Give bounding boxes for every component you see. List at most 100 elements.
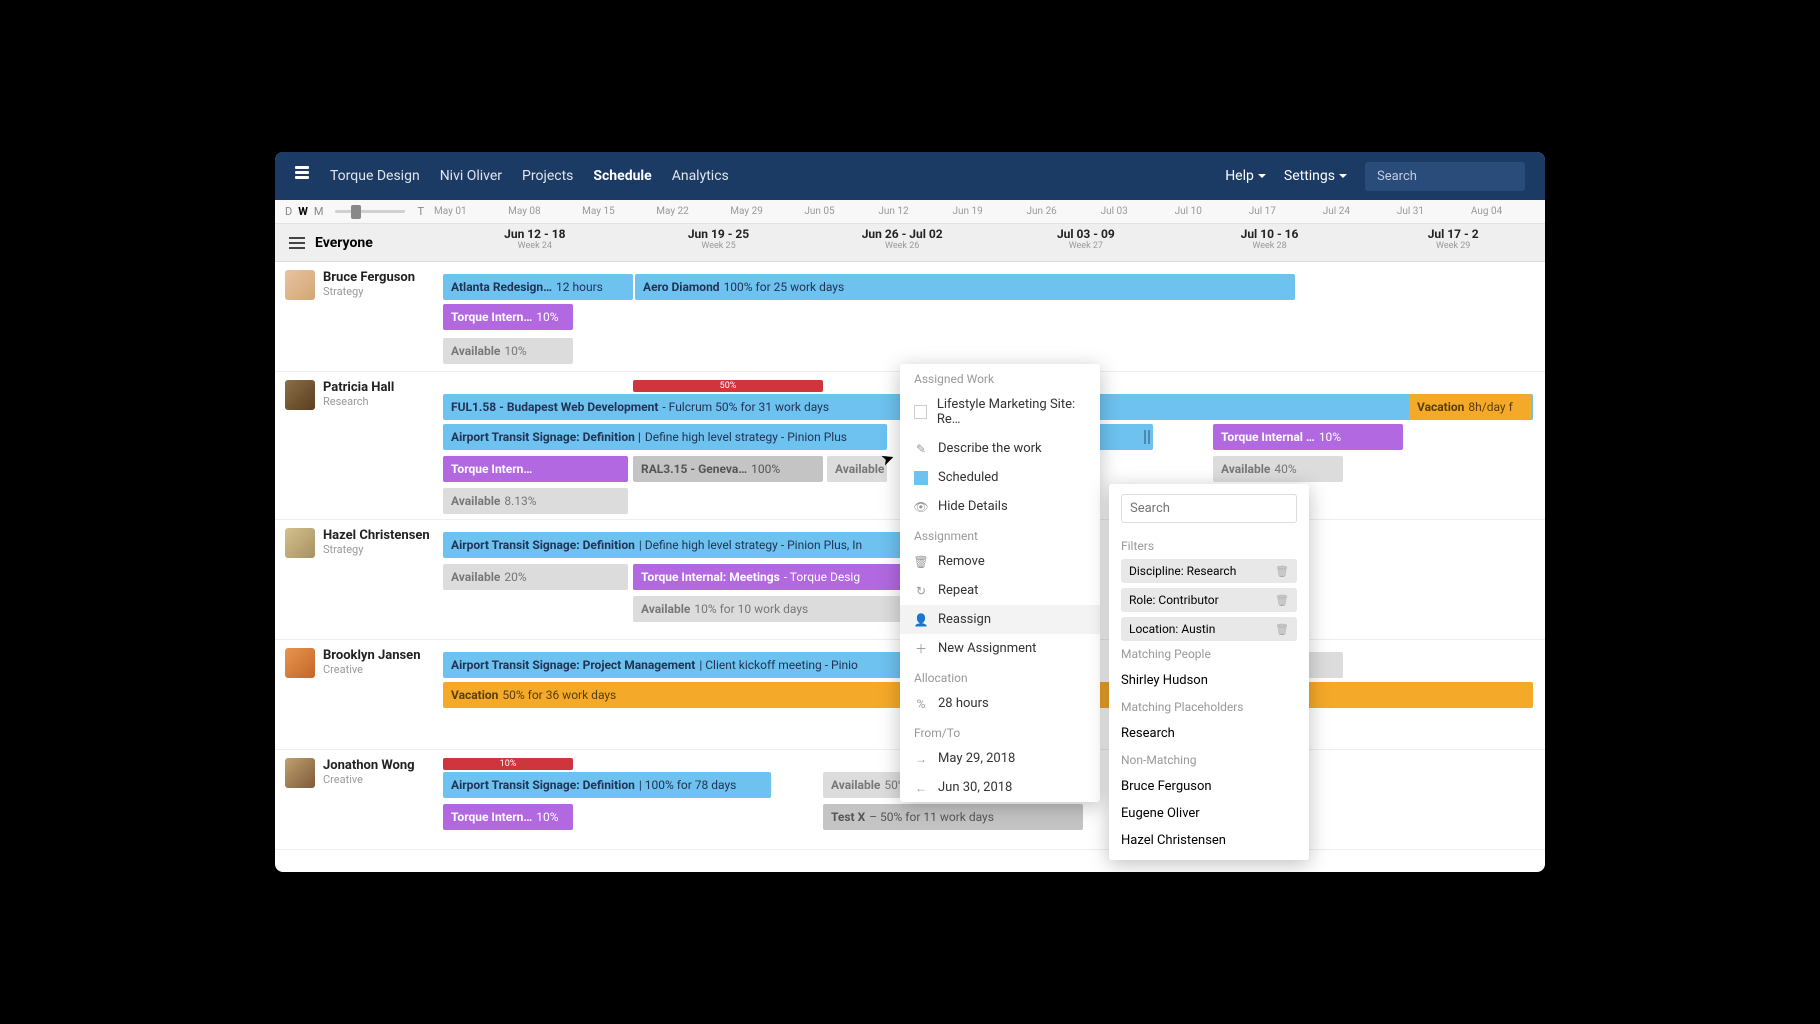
filter-chip[interactable]: Location: Austin🗑 <box>1121 617 1297 641</box>
sidebar-title: Everyone <box>315 235 373 251</box>
ctx-lifestyle[interactable]: Lifestyle Marketing Site: Re… <box>900 390 1100 434</box>
slider-thumb[interactable] <box>351 205 361 219</box>
task-title: Test X <box>831 810 865 824</box>
reassign-search-input[interactable] <box>1121 494 1297 523</box>
task-bar[interactable]: Airport Transit Signage: Definition| 100… <box>443 772 771 798</box>
available-bar[interactable]: Available10% <box>443 338 573 364</box>
matching-placeholder[interactable]: Research <box>1121 720 1297 747</box>
ctx-label: Lifestyle Marketing Site: Re… <box>937 397 1086 427</box>
task-bar[interactable]: RAL3.15 - Geneva…100% <box>633 456 823 482</box>
task-bar[interactable]: Torque Intern…10% <box>443 804 573 830</box>
task-sub: 10% for 10 work days <box>694 602 808 616</box>
task-bar[interactable]: Aero Diamond100% for 25 work days <box>635 274 1295 300</box>
ctx-hide[interactable]: 👁Hide Details <box>900 492 1100 521</box>
person-role: Strategy <box>323 543 430 556</box>
matching-placeholders-label: Matching Placeholders <box>1121 700 1297 714</box>
bar-label: 10% <box>500 759 517 769</box>
grip-icon[interactable] <box>1144 430 1150 444</box>
avatar[interactable] <box>285 528 315 558</box>
task-title: Airport Transit Signage: Definition <box>451 538 635 552</box>
task-bar[interactable]: Atlanta Redesign…12 hours <box>443 274 633 300</box>
logo-icon[interactable] <box>295 166 315 186</box>
scale-month[interactable]: M <box>314 205 324 218</box>
task-title: Torque Internal: Meetings <box>641 570 780 584</box>
ctx-repeat[interactable]: ↻Repeat <box>900 576 1100 605</box>
nav-user[interactable]: Nivi Oliver <box>440 168 502 184</box>
non-matching-person[interactable]: Hazel Christensen <box>1121 827 1297 854</box>
nav-projects[interactable]: Projects <box>522 168 573 184</box>
person-name: Brooklyn Jansen <box>323 648 420 663</box>
ctx-remove[interactable]: 🗑Remove <box>900 547 1100 576</box>
avatar[interactable] <box>285 270 315 300</box>
overallocation-bar[interactable]: 10% <box>443 758 573 770</box>
task-title: Available <box>451 344 500 358</box>
ctx-to[interactable]: ←Jun 30, 2018 <box>900 773 1100 802</box>
chip-delete-icon[interactable]: 🗑 <box>1275 594 1289 607</box>
non-matching-person[interactable]: Eugene Oliver <box>1121 800 1297 827</box>
task-bar[interactable]: Torque Internal …10% <box>1213 424 1403 450</box>
available-bar[interactable]: Available40% <box>1213 456 1343 482</box>
avatar[interactable] <box>285 380 315 410</box>
available-bar[interactable]: Available8.13% <box>443 488 628 514</box>
help-dropdown[interactable]: Help <box>1225 168 1266 184</box>
task-title: Torque Intern… <box>451 310 532 324</box>
person-name: Jonathon Wong <box>323 758 415 773</box>
task-bar[interactable]: Test X– 50% for 11 work days <box>823 804 1083 830</box>
nav-analytics[interactable]: Analytics <box>672 168 729 184</box>
week-range: Jul 10 - 16 <box>1178 227 1362 241</box>
ctx-describe[interactable]: ✎Describe the work <box>900 434 1100 463</box>
avatar[interactable] <box>285 648 315 678</box>
scale-day[interactable]: D <box>285 205 292 218</box>
available-bar[interactable]: Available <box>827 456 887 482</box>
week-number: Week 26 <box>810 241 994 251</box>
avatar[interactable] <box>285 758 315 788</box>
week-column: Jul 03 - 09Week 27 <box>994 224 1178 261</box>
filter-chip[interactable]: Discipline: Research 🗑 <box>1121 559 1297 583</box>
scale-today[interactable]: T <box>417 205 424 218</box>
nav-brand[interactable]: Torque Design <box>330 168 420 184</box>
ruler-date: Aug 04 <box>1471 206 1545 217</box>
chip-delete-icon[interactable]: 🗑 <box>1275 623 1289 636</box>
settings-dropdown[interactable]: Settings <box>1284 168 1347 184</box>
zoom-slider[interactable] <box>335 210 405 213</box>
arrow-left-icon: ← <box>914 781 928 795</box>
task-bar[interactable] <box>1093 424 1153 450</box>
ctx-reassign[interactable]: 👤Reassign <box>900 605 1100 634</box>
chip-label: Discipline: Research <box>1129 564 1236 578</box>
ctx-label: 28 hours <box>938 696 989 711</box>
non-matching-person[interactable]: Bruce Ferguson <box>1121 773 1297 800</box>
ctx-new[interactable]: ＋New Assignment <box>900 634 1100 663</box>
ctx-hours[interactable]: %28 hours <box>900 689 1100 718</box>
hamburger-icon[interactable] <box>289 237 305 249</box>
available-bar[interactable]: Available20% <box>443 564 628 590</box>
scale-week[interactable]: W <box>298 205 308 218</box>
checkbox-icon[interactable] <box>914 405 927 419</box>
ruler-date: May 29 <box>730 206 804 217</box>
task-bar[interactable]: Torque Intern… <box>443 456 628 482</box>
task-bar[interactable]: Torque Intern…10% <box>443 304 573 330</box>
task-sub: 12 hours <box>556 280 603 294</box>
filter-chip[interactable]: Role: Contributor🗑 <box>1121 588 1297 612</box>
ctx-section-allocation: Allocation <box>900 663 1100 689</box>
checkbox-icon[interactable] <box>914 471 928 485</box>
person-name: Hazel Christensen <box>323 528 430 543</box>
week-range: Jun 12 - 18 <box>443 227 627 241</box>
task-sub: 40% <box>1274 462 1296 476</box>
ctx-scheduled[interactable]: Scheduled <box>900 463 1100 492</box>
person-name: Bruce Ferguson <box>323 270 415 285</box>
matching-person[interactable]: Shirley Hudson <box>1121 667 1297 694</box>
chip-delete-icon[interactable]: 🗑 <box>1275 565 1289 578</box>
overallocation-bar[interactable]: 50% <box>633 380 823 392</box>
vacation-bar[interactable]: Vacation8h/day f <box>1409 394 1531 420</box>
ctx-section-fromto: From/To <box>900 718 1100 744</box>
task-bar[interactable]: Airport Transit Signage: Definition |Def… <box>443 424 887 450</box>
search-input[interactable] <box>1365 162 1525 191</box>
nav-schedule[interactable]: Schedule <box>593 168 651 184</box>
task-sub: 8.13% <box>504 494 536 508</box>
ctx-from[interactable]: →May 29, 2018 <box>900 744 1100 773</box>
schedule-body: Bruce Ferguson Strategy Atlanta Redesign…… <box>275 262 1545 872</box>
week-range: Jul 03 - 09 <box>994 227 1178 241</box>
week-column: Jul 17 - 2Week 29 <box>1361 224 1545 261</box>
week-column: Jun 12 - 18Week 24 <box>443 224 627 261</box>
task-sub: - Torque Desig <box>784 570 860 584</box>
